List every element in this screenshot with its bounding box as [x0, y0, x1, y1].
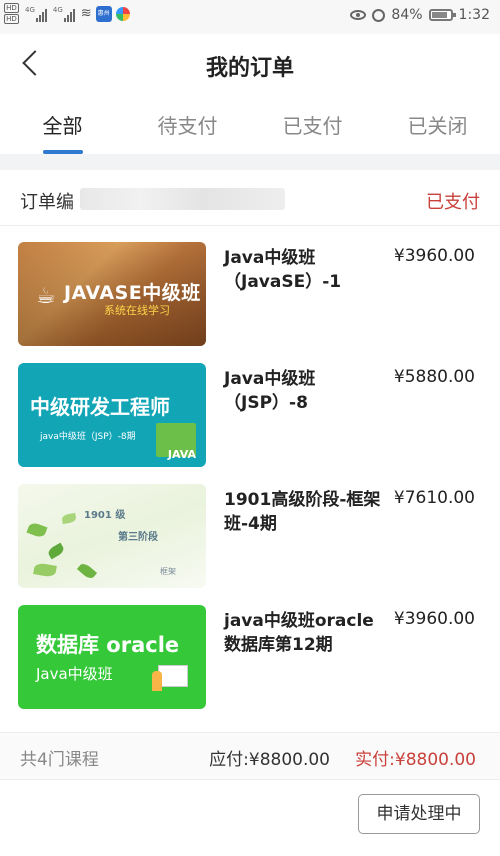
order-number-label: 订单编: [20, 192, 74, 213]
course-name: Java中级班（JSP）-8: [224, 369, 316, 413]
course-thumbnail: 中级研发工程师 java中级班（JSP）-8期 JAVA: [18, 363, 206, 467]
leaf-decoration: [33, 562, 57, 578]
order-item[interactable]: 中级研发工程师 java中级班（JSP）-8期 JAVA Java中级班（JSP…: [0, 363, 500, 483]
order-tabs: 全部 待支付 已支付 已关闭: [0, 92, 500, 154]
course-name: Java中级班（JavaSE）-1: [224, 248, 342, 292]
tab-all[interactable]: 全部: [0, 92, 125, 154]
order-status: 已支付: [426, 192, 480, 213]
thumb-line3: 框架: [160, 567, 176, 576]
battery-icon: [428, 9, 456, 21]
thumb-title: 中级研发工程师: [30, 395, 170, 419]
sim-indicators: HD HD: [4, 3, 19, 24]
leaf-decoration: [61, 512, 77, 525]
sim1-hd-icon: HD: [4, 3, 19, 13]
thumb-subtitle: 系统在线学习: [104, 304, 170, 317]
order-item[interactable]: 数据库 oracle Java中级班 java中级班oracle数据库第12期 …: [0, 605, 500, 725]
status-bar-right: 84% 1:32: [350, 7, 490, 23]
notification-app-icon: 惠州: [95, 5, 112, 22]
leaf-decoration: [26, 521, 48, 539]
presenter-icon: [152, 671, 162, 691]
course-price: ¥7610.00: [393, 488, 475, 508]
course-price: ¥3960.00: [393, 246, 475, 266]
signal2-icon: 4G: [53, 6, 75, 22]
thumb-title: JAVASE中级班: [64, 282, 201, 304]
order-item[interactable]: 1901 级 第三阶段 框架 1901高级阶段-框架班-4期 ¥7610.00: [0, 484, 500, 604]
wifi-icon: ≋: [80, 6, 92, 21]
battery-percent: 84%: [391, 7, 423, 23]
course-name: 1901高级阶段-框架班-4期: [224, 490, 381, 534]
status-bar-left: HD HD 4G 4G ≋ 惠州: [4, 3, 130, 24]
notification-app2-icon: [115, 6, 130, 21]
course-count: 共4门课程: [20, 750, 99, 770]
order-item[interactable]: ☕ JAVASE中级班 系统在线学习 Java中级班（JavaSE）-1 ¥39…: [0, 242, 500, 362]
leaf-decoration: [46, 542, 66, 560]
amount-payable: 应付:¥8800.00: [209, 750, 330, 770]
course-thumbnail: 1901 级 第三阶段 框架: [18, 484, 206, 588]
thumb-line1: 1901 级: [84, 510, 126, 521]
presentation-board-icon: [158, 665, 188, 687]
tab-paid[interactable]: 已支付: [250, 92, 375, 154]
thumb-title: 数据库 oracle: [36, 633, 180, 657]
section-divider: [0, 154, 500, 170]
order-header: 订单编 已支付: [0, 170, 500, 226]
course-thumbnail: 数据库 oracle Java中级班: [18, 605, 206, 709]
network2-label: 4G: [52, 5, 63, 14]
sim2-hd-icon: HD: [4, 14, 19, 24]
thumb-subtitle: java中级班（JSP）-8期: [40, 432, 136, 442]
clock: 1:32: [458, 7, 490, 23]
amount-paid: 实付:¥8800.00: [355, 750, 476, 770]
java-cup-icon: ☕: [36, 284, 56, 309]
order-number-redacted: [80, 188, 285, 210]
page-title: 我的订单: [205, 56, 294, 81]
course-thumbnail: ☕ JAVASE中级班 系统在线学习: [18, 242, 206, 346]
status-bar: HD HD 4G 4G ≋ 惠州 84% 1:32: [0, 0, 500, 34]
tab-closed[interactable]: 已关闭: [375, 92, 500, 154]
eye-icon: [350, 10, 367, 20]
thumb-subtitle: Java中级班: [36, 665, 113, 683]
leaf-decoration: [76, 561, 98, 581]
course-price: ¥5880.00: [393, 367, 475, 387]
tab-pending-payment[interactable]: 待支付: [125, 92, 250, 154]
thumb-badge: JAVA: [167, 448, 196, 461]
signal1-icon: 4G: [25, 6, 47, 22]
request-processing-button[interactable]: 申请处理中: [358, 794, 480, 834]
course-name: java中级班oracle数据库第12期: [224, 611, 374, 655]
course-price: ¥3960.00: [393, 609, 475, 629]
alarm-icon: [372, 8, 386, 22]
network1-label: 4G: [25, 5, 35, 14]
nav-header: 我的订单: [0, 34, 500, 92]
thumb-line2: 第三阶段: [118, 532, 158, 543]
order-summary: 共4门课程 应付:¥8800.00 实付:¥8800.00: [0, 732, 500, 780]
